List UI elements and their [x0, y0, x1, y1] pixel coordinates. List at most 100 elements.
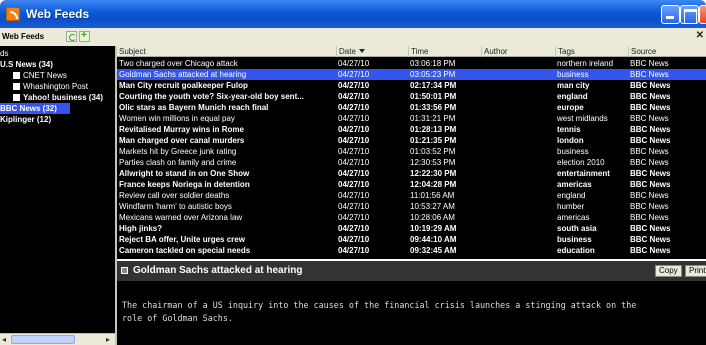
column-header-subject[interactable]: Subject — [117, 46, 336, 57]
cell-tags: americas — [557, 213, 590, 222]
cell-source: BBC News — [630, 169, 671, 178]
rss-feed-icon — [6, 7, 20, 21]
cell-time: 01:28:13 PM — [410, 125, 457, 134]
add-feed-icon[interactable] — [79, 30, 90, 42]
cell-source: BBC News — [630, 81, 671, 90]
scrollbar-thumb[interactable] — [11, 335, 75, 344]
sidebar-feed-item[interactable]: ds — [0, 48, 115, 59]
column-header-label: Source — [631, 47, 657, 56]
cell-date: 04/27/10 — [338, 169, 370, 178]
cell-time: 01:50:01 PM — [410, 92, 457, 101]
cell-source: BBC News — [630, 147, 669, 156]
sidebar-feed-item[interactable]: CNET News — [0, 70, 115, 81]
article-list: Subject Date Time Author Tags Source Two char… — [117, 46, 706, 259]
cell-subject: Cameron tackled on special needs — [119, 246, 251, 255]
table-row[interactable]: France keeps Noriega in detention 04/27/1… — [117, 179, 706, 190]
column-header-author[interactable]: Author — [481, 46, 555, 57]
cell-subject: Review call over soldier deaths — [119, 191, 230, 200]
preview-header: Goldman Sachs attacked at hearing Copy P… — [117, 261, 706, 281]
table-row[interactable]: Review call over soldier deaths 04/27/10 1… — [117, 190, 706, 201]
cell-subject: Man City recruit goalkeeper Fulop — [119, 81, 248, 90]
table-row[interactable]: Man charged over canal murders 04/27/10 01… — [117, 135, 706, 146]
cell-date: 04/27/10 — [338, 224, 370, 233]
table-row[interactable]: Revitalised Murray wins in Rome 04/27/10 0… — [117, 124, 706, 135]
cell-time: 10:28:06 AM — [410, 213, 455, 222]
cell-subject: Olic stars as Bayern Munich reach final — [119, 103, 269, 112]
table-row[interactable]: Reject BA offer, Unite urges crew 04/27/1… — [117, 234, 706, 245]
window-title: Web Feeds — [26, 7, 90, 21]
sidebar-feed-item[interactable]: Kiplinger (12) — [0, 114, 115, 125]
cell-tags: humber — [557, 202, 585, 211]
column-header-date[interactable]: Date — [336, 46, 408, 57]
sidebar-feed-item[interactable]: BBC News (32) — [0, 103, 70, 114]
sidebar-item-label: CNET News — [23, 71, 67, 80]
sidebar-item-label: BBC News (32) — [0, 104, 57, 113]
cell-source: BBC News — [630, 125, 671, 134]
preview-body-line: The chairman of a US inquiry into the ca… — [122, 300, 637, 310]
cell-date: 04/27/10 — [338, 103, 370, 112]
table-row[interactable]: High jinks? 04/27/10 10:19:29 AM south asia… — [117, 223, 706, 234]
sidebar-item-label: Yahoo! business (34) — [23, 93, 104, 102]
cell-subject: Allwright to stand in on One Show — [119, 169, 250, 178]
copy-button[interactable]: Copy — [655, 265, 682, 277]
table-row[interactable]: Goldman Sachs attacked at hearing 04/27/1… — [117, 69, 706, 80]
column-header-tags[interactable]: Tags — [555, 46, 628, 57]
sidebar-feed-item[interactable]: Yahoo! business (34) — [0, 92, 115, 103]
cell-time: 10:53:27 AM — [410, 202, 455, 211]
refresh-icon[interactable] — [66, 31, 77, 42]
cell-tags: south asia — [557, 224, 597, 233]
cell-source: BBC News — [630, 202, 669, 211]
close-window-button[interactable] — [699, 5, 706, 24]
table-row[interactable]: Courting the youth vote? Six-year-old bo… — [117, 91, 706, 102]
table-row[interactable]: Markets hit by Greece junk rating 04/27/1… — [117, 146, 706, 157]
cell-tags: england — [557, 191, 586, 200]
cell-source: BBC News — [630, 103, 671, 112]
cell-subject: High jinks? — [119, 224, 163, 233]
cell-date: 04/27/10 — [338, 246, 370, 255]
column-header-label: Subject — [119, 47, 146, 56]
title-bar: Web Feeds — [0, 0, 706, 28]
list-header: Subject Date Time Author Tags Source — [117, 46, 706, 57]
table-row[interactable]: Olic stars as Bayern Munich reach final 0… — [117, 102, 706, 113]
table-row[interactable]: Windfarm 'harm' to autistic boys 04/27/10… — [117, 201, 706, 212]
cell-source: BBC News — [630, 213, 669, 222]
cell-subject: Parties clash on family and crime — [119, 158, 237, 167]
table-row[interactable]: Parties clash on family and crime 04/27/1… — [117, 157, 706, 168]
horizontal-scrollbar[interactable]: ◂ ▸ — [0, 333, 115, 345]
print-button[interactable]: Print — [685, 265, 706, 277]
sidebar-feed-item[interactable]: U.S News (34) — [0, 59, 115, 70]
cell-time: 01:21:35 PM — [410, 136, 457, 145]
cell-time: 03:06:18 PM — [410, 59, 456, 68]
minimize-button[interactable] — [661, 5, 680, 24]
sidebar-feed-item[interactable]: Whashington Post — [0, 81, 115, 92]
cell-subject: Man charged over canal murders — [119, 136, 245, 145]
scroll-right-icon[interactable]: ▸ — [106, 335, 110, 344]
sort-descending-icon — [358, 49, 365, 53]
close-pane-icon[interactable]: ✕ — [696, 30, 704, 41]
table-row[interactable]: Cameron tackled on special needs 04/27/10… — [117, 245, 706, 256]
toolbar: Web Feeds ✕ — [0, 28, 706, 46]
column-header-time[interactable]: Time — [408, 46, 481, 57]
table-row[interactable]: Two charged over Chicago attack 04/27/10 0… — [117, 58, 706, 69]
feed-icon — [13, 72, 20, 79]
table-row[interactable]: Women win millions in equal pay 04/27/10 0… — [117, 113, 706, 124]
table-row[interactable]: Man City recruit goalkeeper Fulop 04/27/1… — [117, 80, 706, 91]
scroll-left-icon[interactable]: ◂ — [2, 335, 6, 344]
cell-source: BBC News — [630, 180, 671, 189]
preview-title: Goldman Sachs attacked at hearing — [133, 265, 303, 276]
cell-subject: Markets hit by Greece junk rating — [119, 147, 237, 156]
maximize-button[interactable] — [680, 5, 699, 24]
cell-time: 02:17:34 PM — [410, 81, 457, 90]
cell-source: BBC News — [630, 92, 671, 101]
column-header-label: Time — [411, 47, 429, 56]
table-row[interactable]: Mexicans warned over Arizona law 04/27/10… — [117, 212, 706, 223]
cell-source: BBC News — [630, 158, 669, 167]
cell-tags: northern ireland — [557, 59, 614, 68]
column-header-source[interactable]: Source — [628, 46, 706, 57]
cell-time: 12:22:30 PM — [410, 169, 457, 178]
preview-body: The chairman of a US inquiry into the ca… — [122, 299, 697, 325]
table-row[interactable]: Allwright to stand in on One Show 04/27/1… — [117, 168, 706, 179]
cell-source: BBC News — [630, 136, 671, 145]
cell-time: 03:05:23 PM — [410, 70, 456, 79]
cell-date: 04/27/10 — [338, 235, 370, 244]
